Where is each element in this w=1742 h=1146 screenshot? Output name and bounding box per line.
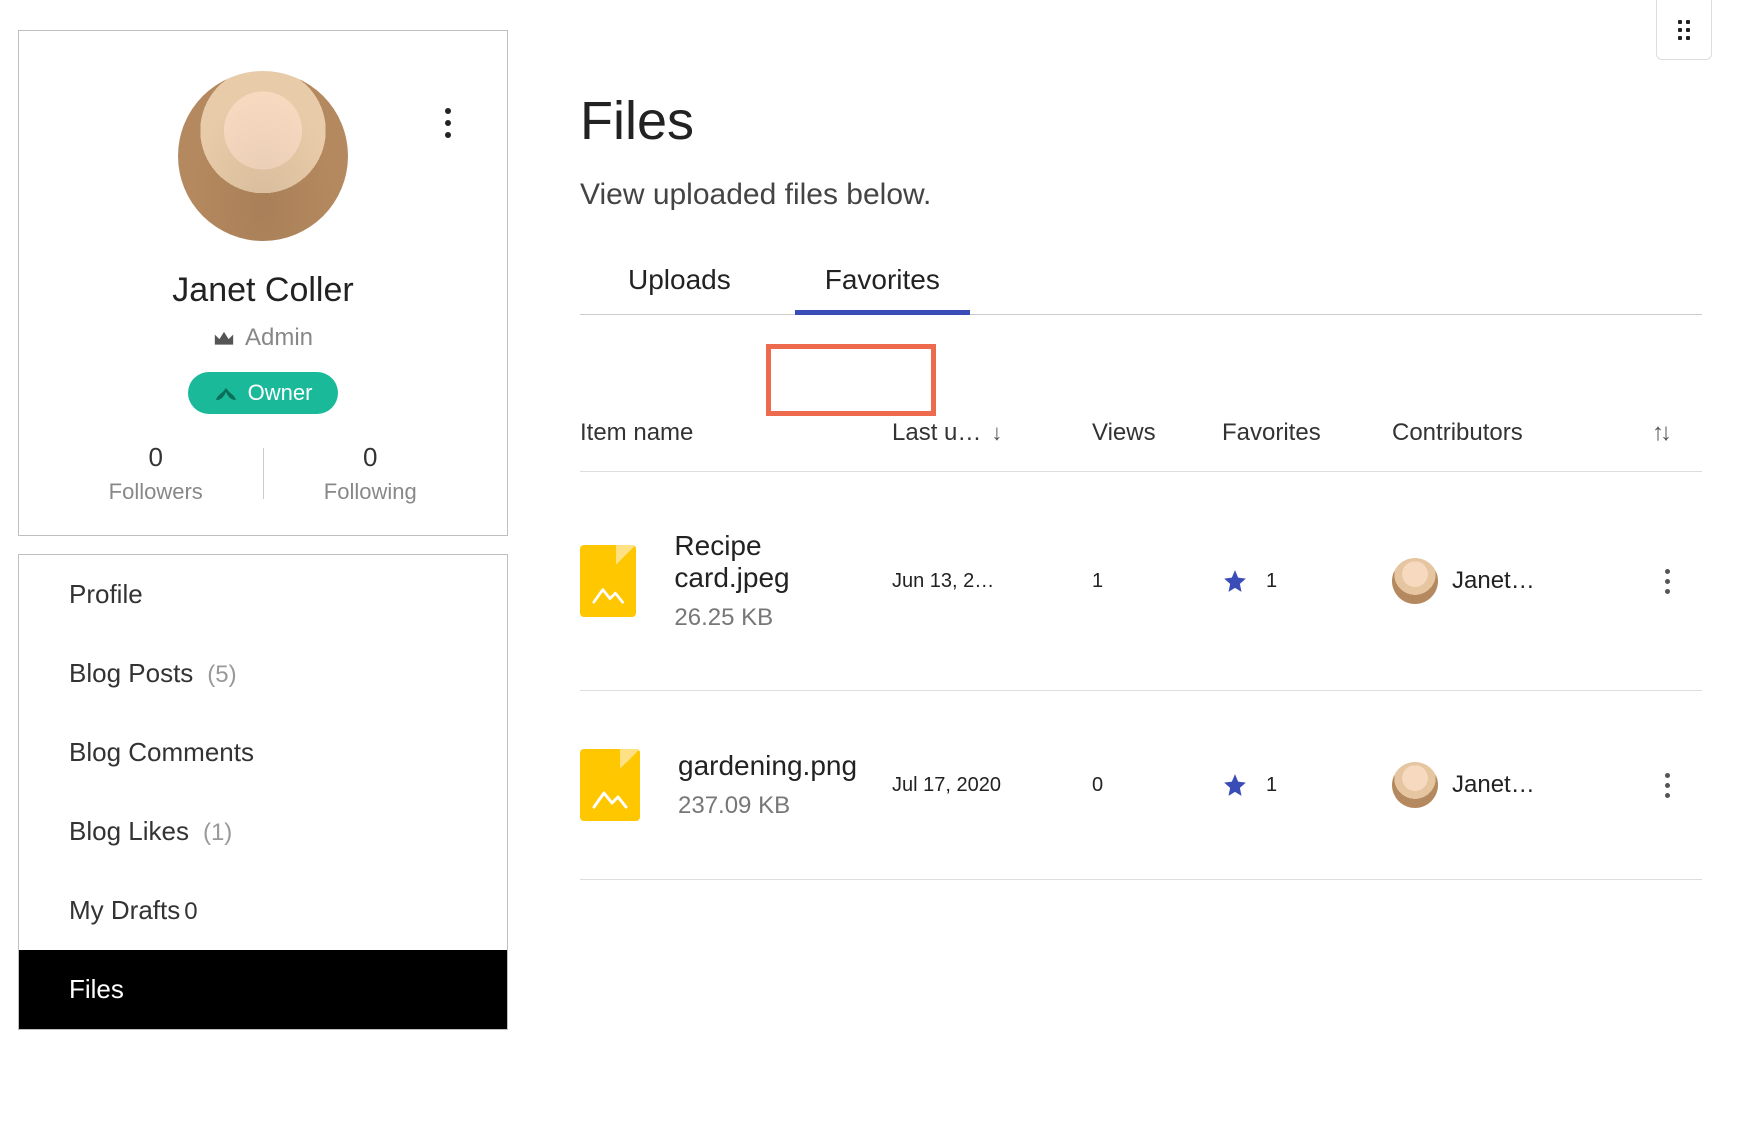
item-text: Recipe card.jpeg 26.25 KB [674,530,872,632]
tab-uploads[interactable]: Uploads [610,252,749,314]
main-content: Files View uploaded files below. Uploads… [580,90,1702,880]
nav-count: (5) [207,661,236,689]
page-title: Files [580,90,1702,152]
avatar[interactable] [178,71,348,241]
contributor-name: Janet… [1452,567,1535,595]
apps-grid-icon [1678,20,1690,40]
favorites-cell: 1 [1222,772,1372,798]
nav-label: My Drafts [69,895,180,926]
col-favorites[interactable]: Favorites [1222,419,1372,447]
nav-label: Blog Comments [69,737,254,768]
profile-role: Admin [49,324,477,352]
views-cell: 1 [1092,570,1202,593]
following-label: Following [264,479,478,505]
nav-count: 0 [184,898,197,926]
followers-label: Followers [49,479,263,505]
file-size: 237.09 KB [678,792,857,820]
nav-item-my-drafts[interactable]: My Drafts0 [19,871,507,950]
apps-menu-button[interactable] [1656,0,1712,60]
contributors-cell: Janet… [1392,558,1632,604]
favorites-count: 1 [1266,570,1277,593]
plant-icon [214,384,238,402]
star-icon[interactable] [1222,568,1248,594]
col-contributors[interactable]: Contributors [1392,419,1632,447]
file-size: 26.25 KB [674,604,872,632]
nav-label: Files [69,974,124,1005]
col-views[interactable]: Views [1092,419,1202,447]
table-header: Item name Last u… ↓ Views Favorites Cont… [580,405,1702,472]
followers-stat[interactable]: 0 Followers [49,442,263,505]
nav-item-files[interactable]: Files [19,950,507,1029]
profile-stats: 0 Followers 0 Following [49,442,477,505]
image-file-icon [580,749,640,821]
nav-item-blog-posts[interactable]: Blog Posts (5) [19,634,507,713]
sidebar: Janet Coller Admin Owner 0 Followers 0 F… [18,30,508,1030]
crown-icon [213,330,235,346]
last-updated-cell: Jul 17, 2020 [892,774,1072,797]
following-stat[interactable]: 0 Following [264,442,478,505]
contributor-avatar[interactable] [1392,558,1438,604]
nav-card: Profile Blog Posts (5) Blog Comments Blo… [18,554,508,1030]
col-item-name[interactable]: Item name [580,419,872,447]
nav-item-blog-likes[interactable]: Blog Likes (1) [19,792,507,871]
favorites-cell: 1 [1222,568,1372,594]
nav-item-profile[interactable]: Profile [19,555,507,634]
profile-name: Janet Coller [49,271,477,310]
owner-badge: Owner [188,372,339,414]
col-sort[interactable]: ↑↓ [1652,419,1702,447]
nav-label: Blog Posts [69,658,193,689]
tab-favorites[interactable]: Favorites [807,252,958,314]
following-count: 0 [264,442,478,473]
profile-menu-button[interactable] [433,103,463,143]
file-name: gardening.png [678,750,857,782]
page-subtitle: View uploaded files below. [580,178,1702,212]
star-icon[interactable] [1222,772,1248,798]
file-name: Recipe card.jpeg [674,530,872,594]
tabs: Uploads Favorites [580,252,1702,315]
owner-badge-label: Owner [248,380,313,406]
files-table: Item name Last u… ↓ Views Favorites Cont… [580,405,1702,880]
nav-count: (1) [203,819,232,847]
sort-arrows-icon: ↑↓ [1652,419,1668,447]
table-row[interactable]: gardening.png 237.09 KB Jul 17, 2020 0 1… [580,691,1702,880]
item-cell: gardening.png 237.09 KB [580,749,872,821]
item-text: gardening.png 237.09 KB [678,750,857,820]
profile-role-label: Admin [245,324,313,352]
item-cell: Recipe card.jpeg 26.25 KB [580,530,872,632]
contributor-name: Janet… [1452,771,1535,799]
nav-label: Blog Likes [69,816,189,847]
nav-label: Profile [69,579,143,610]
contributor-avatar[interactable] [1392,762,1438,808]
nav-item-blog-comments[interactable]: Blog Comments [19,713,507,792]
row-menu-button[interactable] [1652,773,1682,798]
col-last-updated[interactable]: Last u… ↓ [892,419,1072,447]
sort-desc-icon: ↓ [991,420,1002,446]
favorites-count: 1 [1266,774,1277,797]
views-cell: 0 [1092,774,1202,797]
image-file-icon [580,545,636,617]
contributors-cell: Janet… [1392,762,1632,808]
table-row[interactable]: Recipe card.jpeg 26.25 KB Jun 13, 2… 1 1… [580,472,1702,691]
row-menu-button[interactable] [1652,569,1682,594]
followers-count: 0 [49,442,263,473]
profile-card: Janet Coller Admin Owner 0 Followers 0 F… [18,30,508,536]
last-updated-cell: Jun 13, 2… [892,570,1072,593]
